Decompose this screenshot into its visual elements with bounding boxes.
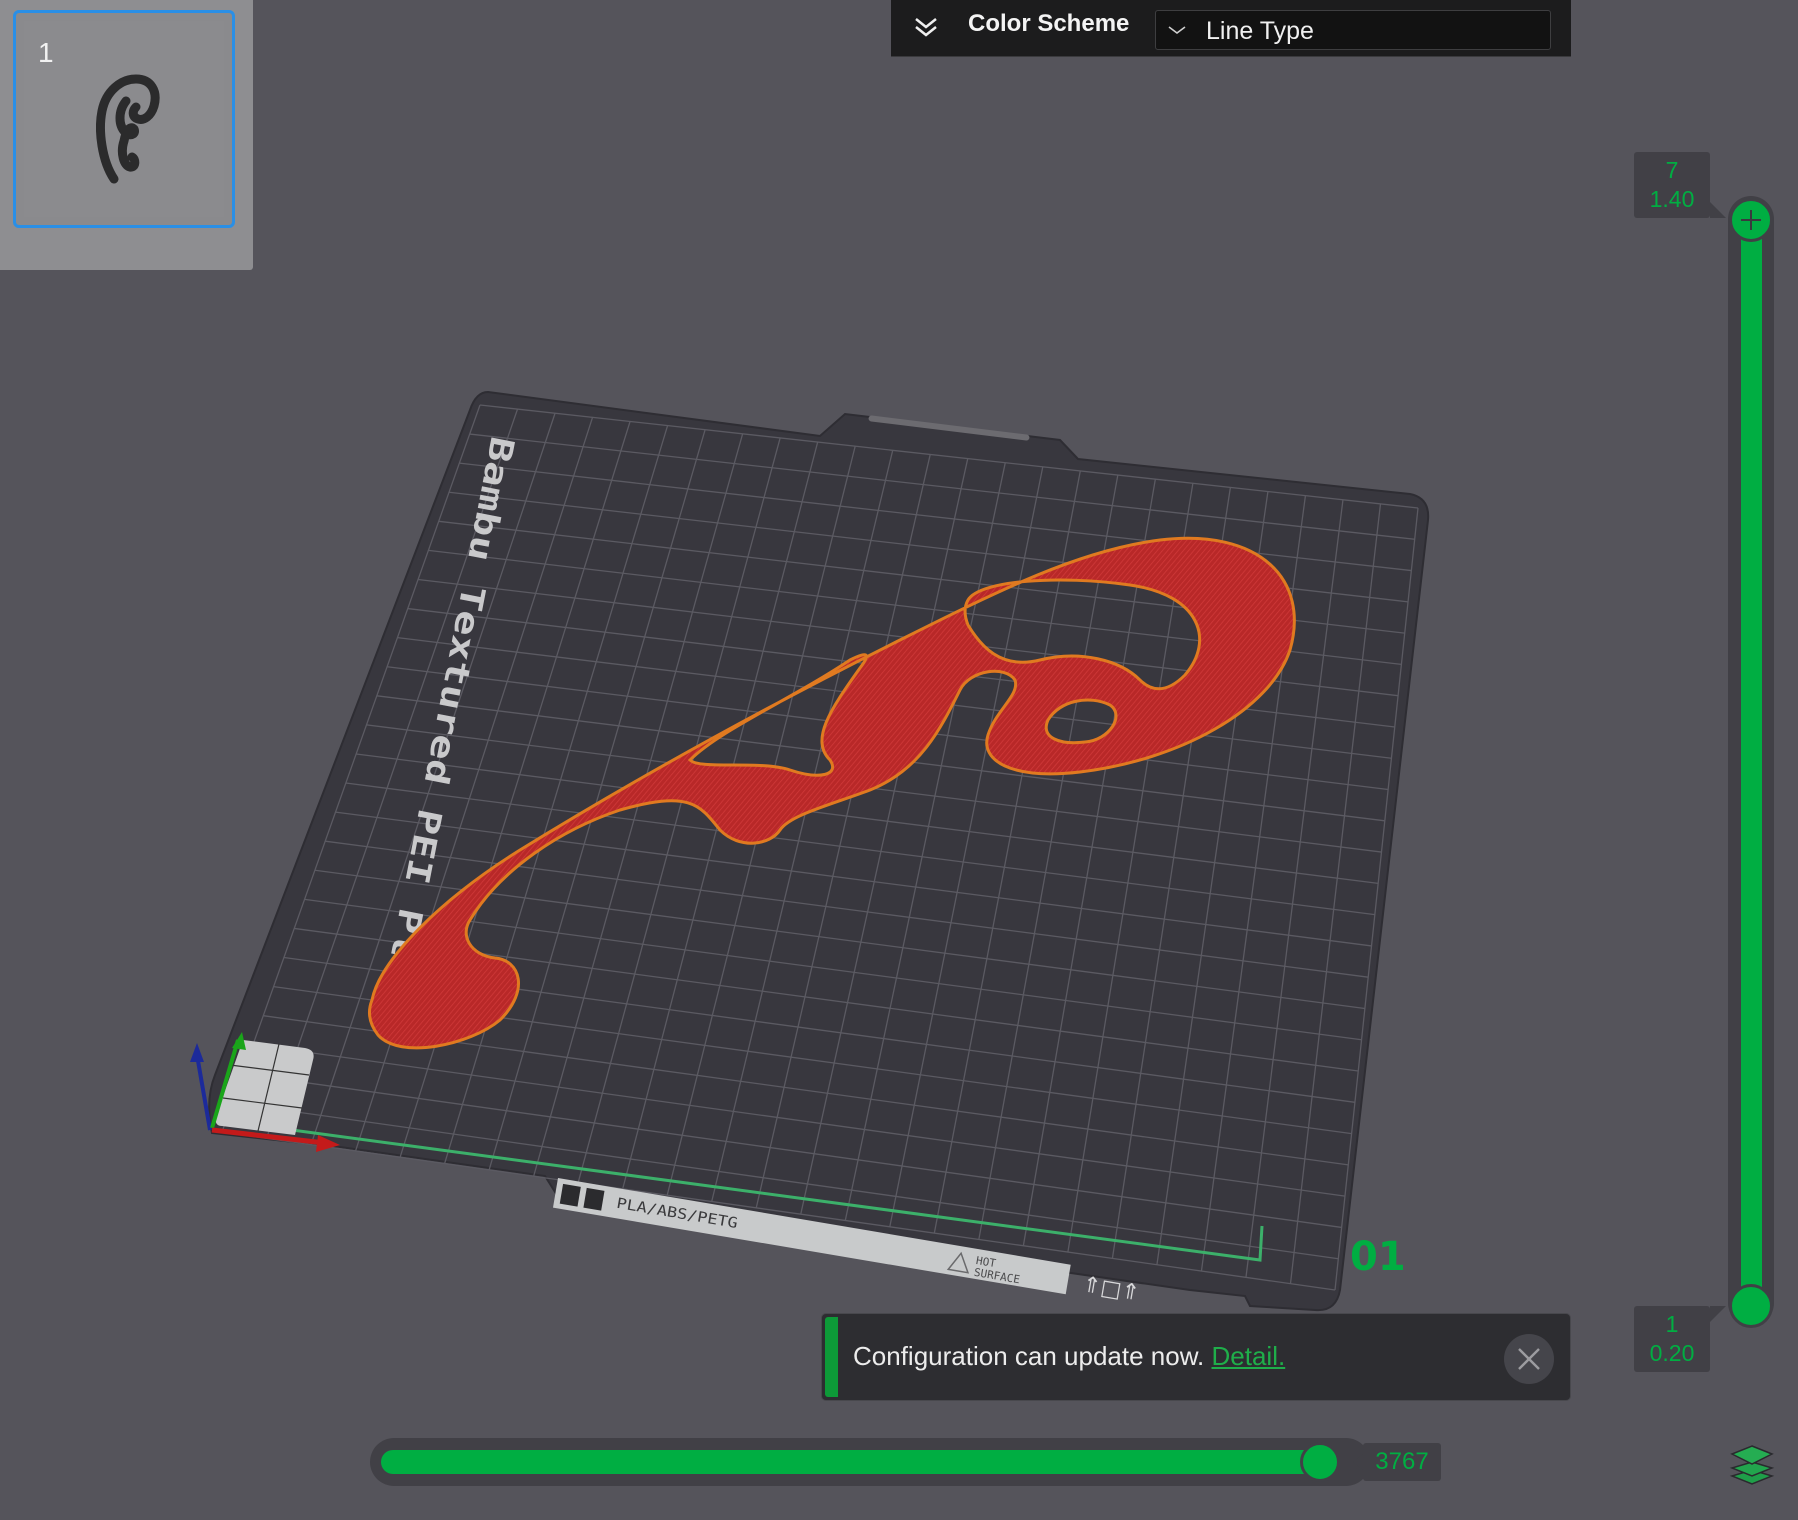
z-axis <box>195 1054 212 1131</box>
build-plate: Bambu Textured PEI Plate PLA/ABS/PETG HO… <box>208 390 1430 1312</box>
color-scheme-value: Line Type <box>1206 17 1314 45</box>
top-layer-number: 7 <box>1665 157 1679 183</box>
plate-body <box>208 390 1430 1312</box>
notification-close-button[interactable] <box>1504 1334 1554 1384</box>
layers-icon <box>1729 1445 1775 1485</box>
gcode-move-value: 3767 <box>1353 1443 1441 1481</box>
z-axis-arrow-icon <box>190 1043 204 1062</box>
gcode-move-slider-handle[interactable] <box>1300 1442 1340 1482</box>
chevron-down-icon <box>1168 26 1186 34</box>
color-scheme-toolbar: Color Scheme Line Type <box>891 0 1571 57</box>
plate-index: 1 <box>38 37 54 68</box>
top-layer-tooltip: 7 1.40 <box>1634 152 1726 218</box>
layers-button[interactable] <box>1726 1440 1778 1488</box>
plus-icon <box>1741 210 1761 230</box>
close-icon <box>1518 1348 1540 1370</box>
plate-list-panel: 1 <box>0 0 253 270</box>
notification-accent-bar <box>825 1317 838 1397</box>
bottom-layer-tooltip: 1 0.20 <box>1634 1306 1726 1372</box>
bottom-layer-height: 0.20 <box>1649 1340 1695 1366</box>
model-thumbnail-icon <box>96 74 160 184</box>
layer-slider-bottom-handle[interactable] <box>1729 1284 1773 1328</box>
3d-viewport[interactable]: Bambu Textured PEI Plate PLA/ABS/PETG HO… <box>0 0 1798 1520</box>
gcode-move-slider-fill <box>381 1450 1321 1474</box>
plate-thumbnail-1[interactable]: 1 <box>13 10 235 228</box>
config-update-notification: Configuration can update now. Detail. <box>821 1313 1571 1401</box>
notification-message: Configuration can update now. <box>853 1341 1205 1371</box>
notification-text: Configuration can update now. Detail. <box>853 1341 1285 1372</box>
bottom-layer-number: 1 <box>1665 1311 1679 1337</box>
notification-detail-link[interactable]: Detail. <box>1212 1341 1286 1371</box>
color-scheme-label: Color Scheme <box>968 10 1130 37</box>
double-chevron-down-icon <box>915 18 937 37</box>
collapse-button[interactable] <box>911 12 941 42</box>
color-scheme-select[interactable]: Line Type <box>1155 10 1551 50</box>
top-layer-height: 1.40 <box>1649 186 1695 212</box>
layer-slider-top-handle[interactable] <box>1729 198 1773 242</box>
plate-number: 01 <box>1350 1234 1406 1280</box>
layer-slider-range <box>1741 222 1762 1300</box>
